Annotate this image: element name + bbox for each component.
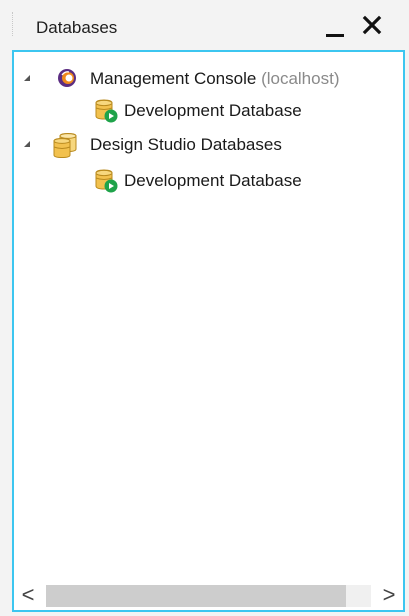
- panel-titlebar[interactable]: Databases: [0, 0, 409, 46]
- database-running-icon: [94, 169, 118, 198]
- tree-node-design-studio-databases[interactable]: Design Studio Databases: [14, 130, 403, 160]
- horizontal-scrollbar[interactable]: < >: [14, 580, 403, 610]
- database-running-icon: [94, 99, 118, 128]
- scroll-right-button[interactable]: >: [375, 580, 403, 610]
- tree-node-development-database[interactable]: Development Database: [14, 96, 403, 126]
- panel-title: Databases: [36, 18, 118, 37]
- tree-node-management-console[interactable]: Management Console (localhost): [14, 64, 403, 94]
- expand-collapse-icon[interactable]: [24, 75, 30, 81]
- tree-node-development-database[interactable]: Development Database: [14, 166, 403, 196]
- database-tree-frame: Management Console (localhost) Developme…: [12, 50, 405, 612]
- node-name: Management Console: [90, 69, 257, 88]
- database-group-icon: [52, 132, 80, 164]
- expand-collapse-icon[interactable]: [24, 141, 30, 147]
- close-button[interactable]: [359, 10, 387, 40]
- scroll-left-button[interactable]: <: [14, 580, 42, 610]
- drag-grip-icon[interactable]: [12, 12, 17, 36]
- close-icon: [362, 15, 382, 35]
- databases-panel: Databases Management Console (localhost)…: [0, 0, 409, 616]
- tree-node-label: Management Console (localhost): [90, 69, 339, 89]
- scrollbar-thumb[interactable]: [46, 585, 346, 607]
- management-console-icon: [56, 67, 78, 94]
- node-host-suffix: (localhost): [261, 69, 340, 88]
- minimize-icon: [326, 34, 344, 37]
- node-name: Development Database: [124, 171, 302, 190]
- database-tree[interactable]: Management Console (localhost) Developme…: [14, 52, 403, 580]
- node-name: Development Database: [124, 101, 302, 120]
- scrollbar-track[interactable]: [46, 585, 371, 607]
- node-name: Design Studio Databases: [90, 135, 282, 154]
- minimize-button[interactable]: [322, 14, 350, 40]
